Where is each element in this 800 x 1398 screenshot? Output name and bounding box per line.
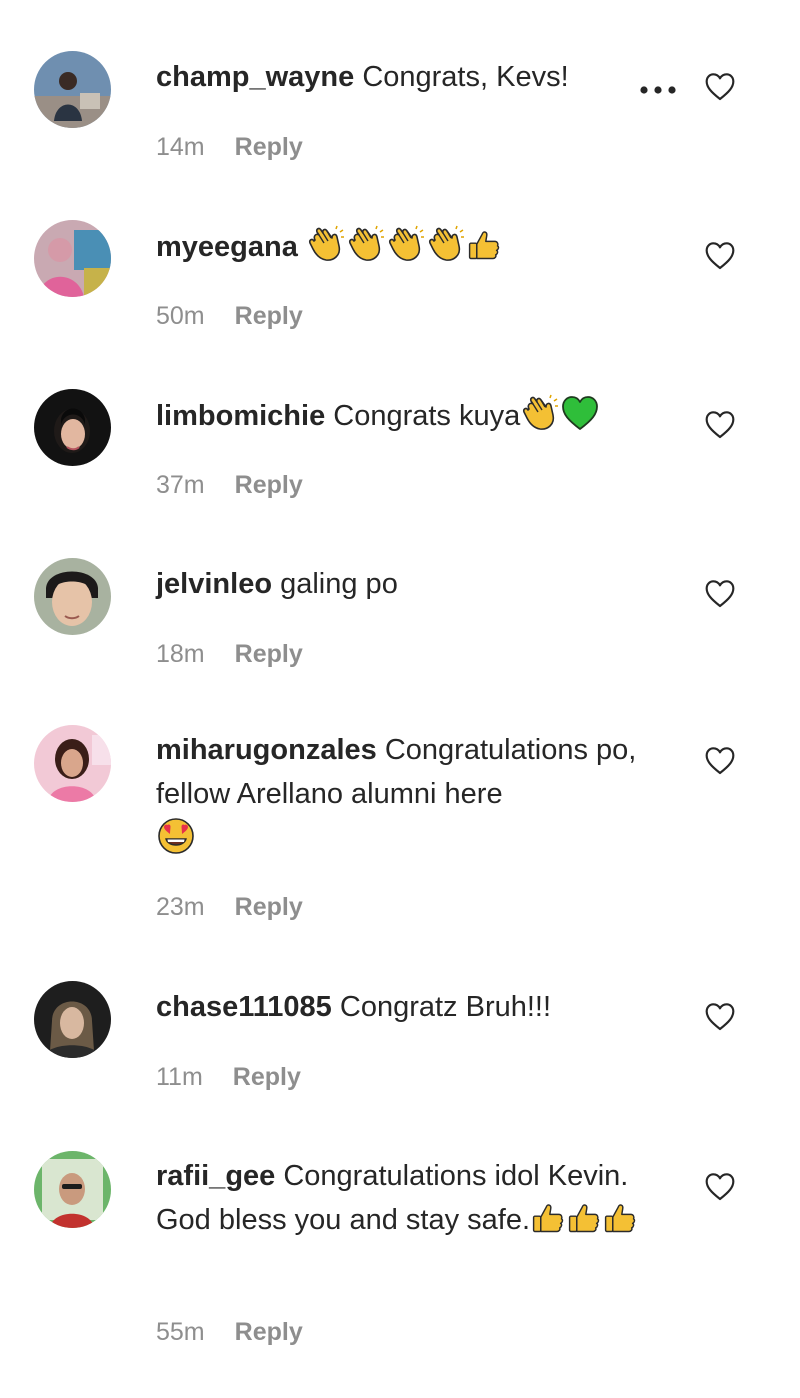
comment-meta: 11m Reply <box>156 1063 301 1092</box>
heart-outline-icon[interactable] <box>704 745 736 777</box>
comment-meta: 23m Reply <box>156 893 303 922</box>
heart-eyes-emoji <box>156 816 196 856</box>
reply-button[interactable]: Reply <box>235 471 303 500</box>
comment-timestamp: 23m <box>156 893 205 921</box>
heart-outline-icon[interactable] <box>704 578 736 610</box>
comment-meta: 37m Reply <box>156 471 303 500</box>
clapping-hands-emoji <box>426 224 466 264</box>
comment-text: limbomichie Congrats kuya <box>156 393 666 438</box>
comment-message: Congratz Bruh!!! <box>331 991 552 1023</box>
avatar[interactable] <box>34 981 111 1058</box>
comment-username[interactable]: limbomichie <box>156 400 325 432</box>
comment-timestamp: 55m <box>156 1318 205 1346</box>
comment-timestamp: 50m <box>156 302 205 330</box>
comment-meta: 14m Reply <box>156 133 303 162</box>
more-options-icon[interactable] <box>638 83 678 97</box>
comment-username[interactable]: rafii_gee <box>156 1160 275 1192</box>
clapping-hands-emoji <box>346 224 386 264</box>
thumbs-up-emoji <box>466 227 502 263</box>
comment-username[interactable]: chase111085 <box>156 991 332 1023</box>
thumbs-up-emoji <box>602 1200 638 1236</box>
reply-button[interactable]: Reply <box>233 1063 301 1092</box>
comment-message: Congrats, Kevs! <box>354 61 569 93</box>
reply-button[interactable]: Reply <box>235 133 303 162</box>
comment-timestamp: 11m <box>156 1063 203 1091</box>
heart-outline-icon[interactable] <box>704 1001 736 1033</box>
comment-username[interactable]: miharugonzales <box>156 734 377 766</box>
reply-button[interactable]: Reply <box>235 1318 303 1347</box>
comment-message <box>298 231 306 263</box>
comment-timestamp: 14m <box>156 133 205 161</box>
clapping-hands-emoji <box>306 224 346 264</box>
comment-text: chase111085 Congratz Bruh!!! <box>156 985 666 1029</box>
comment-username[interactable]: myeegana <box>156 231 298 263</box>
heart-outline-icon[interactable] <box>704 409 736 441</box>
comment-text: jelvinleo galing po <box>156 562 666 606</box>
thumbs-up-emoji <box>566 1200 602 1236</box>
comment-text: myeegana <box>156 224 666 269</box>
heart-outline-icon[interactable] <box>704 240 736 272</box>
heart-outline-icon[interactable] <box>704 1171 736 1203</box>
comment-username[interactable]: jelvinleo <box>156 568 272 600</box>
avatar[interactable] <box>34 220 111 297</box>
comment-text: miharugonzales Congratulations po, fello… <box>156 728 666 861</box>
avatar[interactable] <box>34 51 111 128</box>
comment-text: rafii_gee Congratulations idol Kevin. Go… <box>156 1154 666 1242</box>
comment-meta: 50m Reply <box>156 302 303 331</box>
comment-text: champ_wayne Congrats, Kevs! <box>156 55 666 99</box>
reply-button[interactable]: Reply <box>235 893 303 922</box>
reply-button[interactable]: Reply <box>235 302 303 331</box>
green-heart-emoji <box>560 393 600 433</box>
comment-timestamp: 18m <box>156 640 205 668</box>
clapping-hands-emoji <box>386 224 426 264</box>
clapping-hands-emoji <box>520 393 560 433</box>
thumbs-up-emoji <box>530 1200 566 1236</box>
comment-message: Congrats kuya <box>325 400 521 432</box>
comment-message: galing po <box>272 568 398 600</box>
avatar[interactable] <box>34 1151 111 1228</box>
comment-username[interactable]: champ_wayne <box>156 61 354 93</box>
avatar[interactable] <box>34 389 111 466</box>
comment-meta: 18m Reply <box>156 640 303 669</box>
comment-meta: 55m Reply <box>156 1318 303 1347</box>
heart-outline-icon[interactable] <box>704 71 736 103</box>
comment-timestamp: 37m <box>156 471 205 499</box>
avatar[interactable] <box>34 725 111 802</box>
avatar[interactable] <box>34 558 111 635</box>
reply-button[interactable]: Reply <box>235 640 303 669</box>
